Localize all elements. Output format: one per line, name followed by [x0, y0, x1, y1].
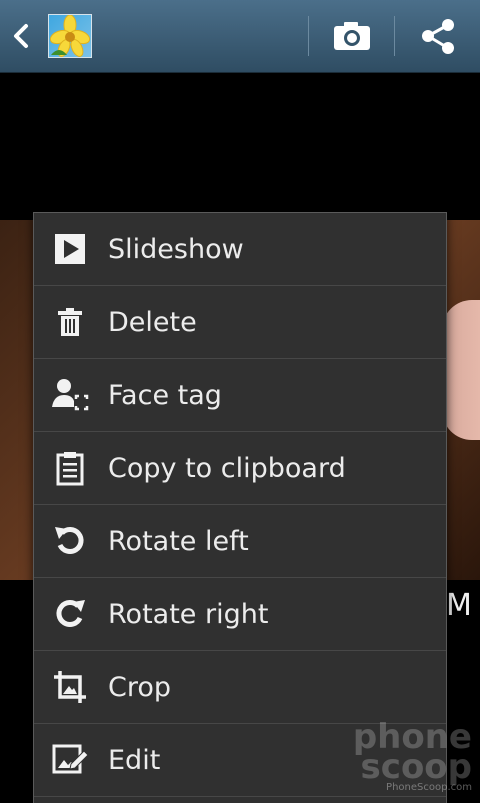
menu-item-delete[interactable]: Delete — [34, 286, 446, 359]
share-icon — [422, 19, 454, 54]
menu-item-face-tag[interactable]: Face tag — [34, 359, 446, 432]
divider — [394, 16, 395, 56]
menu-item-label: Copy to clipboard — [108, 452, 346, 484]
rotate-left-icon — [34, 505, 106, 577]
edit-icon — [34, 724, 106, 796]
camera-button[interactable] — [316, 12, 388, 60]
photo-arm — [442, 300, 480, 440]
menu-item-rotate-right[interactable]: Rotate right — [34, 578, 446, 651]
menu-item-label: Edit — [108, 744, 161, 776]
back-icon — [14, 24, 28, 48]
menu-item-label: Crop — [108, 671, 172, 703]
camera-icon — [334, 22, 370, 50]
menu-item-copy-to-clipboard[interactable]: Copy to clipboard — [34, 432, 446, 505]
menu-item-slideshow[interactable]: Slideshow — [34, 213, 446, 286]
menu-item-crop[interactable]: Crop — [34, 651, 446, 724]
menu-item-rotate-left[interactable]: Rotate left — [34, 505, 446, 578]
flower-icon — [49, 14, 91, 57]
menu-item-label: Rotate right — [108, 598, 269, 630]
menu-item-label: Face tag — [108, 379, 222, 411]
menu-item-label: Slideshow — [108, 233, 244, 265]
divider — [308, 16, 309, 56]
watermark-line2: scoop — [360, 747, 472, 788]
trash-icon — [34, 286, 106, 358]
rotate-right-icon — [34, 578, 106, 650]
menu-item-label: Rotate left — [108, 525, 249, 557]
share-button[interactable] — [404, 12, 472, 60]
back-button[interactable] — [10, 22, 32, 50]
menu-item-label: Delete — [108, 306, 197, 338]
gallery-thumbnail[interactable] — [48, 14, 92, 58]
play-icon — [34, 213, 106, 285]
overflow-menu: Slideshow Delete Face tag Copy to clipbo… — [33, 212, 447, 803]
clipboard-icon — [34, 432, 106, 504]
crop-icon — [34, 651, 106, 723]
watermark: phone scoop PhoneScoop.com — [353, 720, 472, 792]
background-text: M — [446, 588, 472, 623]
action-bar — [0, 0, 480, 73]
face-tag-icon — [34, 359, 106, 431]
